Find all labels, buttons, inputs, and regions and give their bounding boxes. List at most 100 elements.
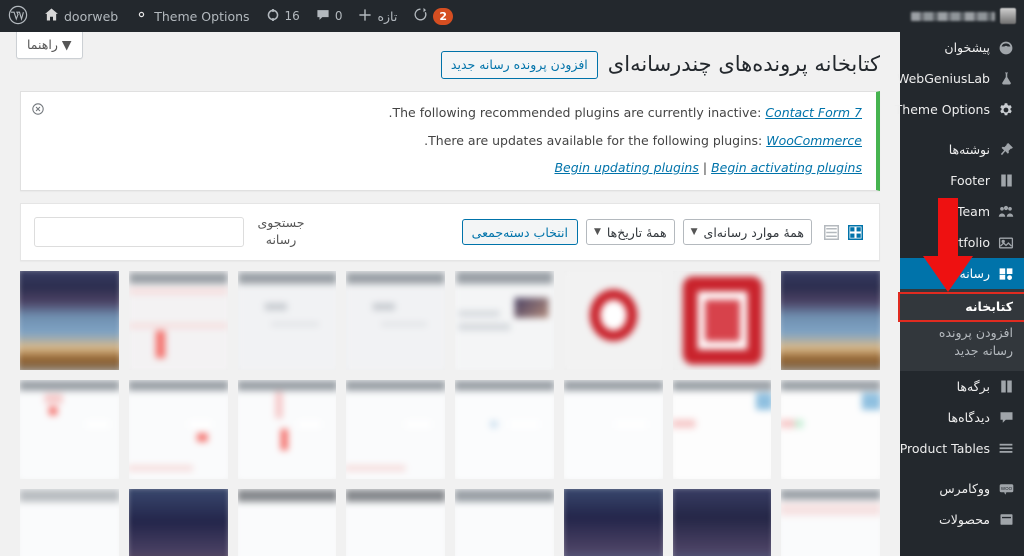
media-item[interactable] — [237, 379, 337, 479]
begin-activating-plugins-link[interactable]: Begin activating plugins — [711, 160, 862, 175]
media-search-group: جستجوی رسانه — [34, 215, 309, 249]
notice-line-updates: .There are updates available for the fol… — [59, 131, 862, 150]
woocommerce-link[interactable]: WooCommerce — [766, 133, 862, 148]
media-item[interactable] — [20, 488, 119, 556]
media-item[interactable] — [781, 271, 880, 370]
sidebar-item-footer[interactable]: Footer — [900, 165, 1024, 196]
media-thumbnail — [563, 379, 663, 479]
media-item[interactable] — [672, 488, 772, 556]
media-item[interactable] — [346, 379, 445, 479]
sidebar-item-dashboard[interactable]: پیشخوان — [900, 32, 1024, 63]
close-circle-icon[interactable] — [30, 101, 46, 117]
date-filter-select[interactable]: همهٔ تاریخ‌ها ▼ — [585, 219, 675, 246]
media-item[interactable] — [237, 488, 337, 556]
admin-bar-new-content[interactable]: تازه — [350, 0, 405, 32]
submenu-item-add-new[interactable]: افزودن پرونده رسانه جدید — [900, 320, 1024, 364]
media-item[interactable] — [455, 488, 554, 556]
media-thumbnail — [455, 488, 554, 556]
submenu-item-label: کتابخانه — [965, 299, 1013, 314]
sidebar-item-portfolio[interactable]: Portfolio — [900, 227, 1024, 258]
image-icon — [997, 234, 1015, 252]
page-header: کتابخانه پرونده‌های چندرسانه‌ای افزودن پ… — [20, 42, 880, 85]
admin-bar-right-group — [903, 0, 1024, 32]
media-thumbnail — [781, 271, 880, 370]
sidebar-item-media[interactable]: رسانه — [892, 258, 1024, 289]
media-item[interactable] — [781, 488, 880, 556]
sidebar-item-products[interactable]: محصولات — [900, 504, 1024, 535]
help-tab-caret: ▼ — [61, 37, 72, 52]
sidebar-item-comments[interactable]: دیدگاه‌ها — [900, 402, 1024, 433]
notice-line-inactive: .The following recommended plugins are c… — [59, 103, 862, 122]
media-item[interactable] — [20, 379, 119, 479]
contact-form-7-link[interactable]: Contact Form 7 — [765, 105, 862, 120]
sidebar-item-team[interactable]: Team — [900, 196, 1024, 227]
admin-bar-wp-logo[interactable] — [0, 0, 36, 32]
comment-icon — [997, 409, 1015, 427]
sidebar-item-product-tables[interactable]: Product Tables — [900, 433, 1024, 464]
admin-bar-theme-options-label: Theme Options — [154, 8, 250, 24]
sidebar-item-label: دیدگاه‌ها — [947, 410, 990, 426]
media-thumbnail — [455, 271, 554, 370]
wordpress-logo-icon — [8, 5, 28, 28]
media-item[interactable] — [563, 379, 663, 479]
list-view-icon[interactable] — [820, 221, 842, 243]
admin-page-root: 2 تازه 0 16 Theme Options doorweb ▼ راهن… — [0, 0, 1024, 556]
admin-bar-theme-options[interactable]: Theme Options — [126, 0, 257, 32]
admin-bar-account[interactable]: doorweb — [36, 0, 126, 32]
media-item[interactable] — [346, 271, 445, 370]
notice-line-updates-text: .There are updates available for the fol… — [424, 132, 767, 148]
media-thumbnail — [672, 271, 772, 370]
sidebar-item-label: Portfolio — [938, 235, 990, 250]
help-tab-label: راهنما — [27, 37, 58, 52]
begin-updating-plugins-link[interactable]: Begin updating plugins — [554, 160, 698, 175]
admin-bar-updates[interactable]: 2 — [405, 0, 461, 32]
media-item[interactable] — [346, 488, 445, 556]
site-icon — [1000, 8, 1016, 24]
media-item[interactable] — [237, 271, 337, 370]
table-icon — [997, 440, 1015, 458]
media-thumbnail — [128, 271, 228, 370]
media-thumbnail — [128, 488, 228, 556]
plus-icon — [358, 8, 372, 25]
media-type-filter-select[interactable]: همهٔ موارد رسانه‌ای ▼ — [682, 219, 812, 246]
media-grid — [20, 271, 880, 556]
search-label: جستجوی رسانه — [257, 215, 305, 248]
view-mode-switch — [820, 221, 866, 243]
media-type-filter-label: همهٔ موارد رسانه‌ای — [703, 224, 804, 240]
media-item[interactable] — [672, 271, 772, 370]
search-input[interactable] — [34, 217, 244, 248]
bulk-select-button[interactable]: انتخاب دسته‌جمعی — [461, 219, 578, 246]
grid-view-icon[interactable] — [844, 221, 866, 243]
media-item[interactable] — [128, 488, 228, 556]
media-item[interactable] — [563, 488, 663, 556]
help-tab-button[interactable]: ▼ راهنما — [16, 32, 83, 59]
sidebar-item-pages[interactable]: برگه‌ها — [900, 371, 1024, 402]
sidebar-item-posts[interactable]: نوشته‌ها — [900, 134, 1024, 165]
submenu-item-library[interactable]: کتابخانه — [898, 291, 1024, 323]
sidebar-item-label: Theme Options — [894, 102, 990, 117]
media-item[interactable] — [128, 271, 228, 370]
add-new-media-button[interactable]: افزودن پرونده رسانه جدید — [440, 51, 598, 80]
admin-bar-left-group: 2 تازه 0 16 Theme Options doorweb — [0, 0, 461, 32]
media-item[interactable] — [781, 379, 880, 479]
sidebar-item-webgeniuslab[interactable]: WebGeniusLab — [897, 63, 1024, 94]
chevron-down-icon: ▼ — [593, 227, 601, 238]
media-item[interactable] — [563, 271, 663, 370]
sidebar-item-label: Footer — [950, 173, 990, 188]
page-icon — [997, 378, 1015, 396]
sidebar-item-woocommerce[interactable]: WOO ووکامرس — [900, 473, 1024, 504]
sidebar-item-label: Product Tables — [899, 441, 990, 457]
sidebar-item-label: ووکامرس — [939, 481, 990, 497]
media-item[interactable] — [455, 379, 554, 479]
site-name-blurred — [911, 11, 995, 21]
admin-bar-comments[interactable]: 0 — [308, 0, 351, 32]
admin-bar-revisions[interactable]: 16 — [258, 0, 308, 32]
admin-bar-site-name[interactable] — [903, 0, 1024, 32]
sidebar-item-theme-options[interactable]: Theme Options — [895, 94, 1024, 125]
media-item[interactable] — [128, 379, 228, 479]
media-item[interactable] — [672, 379, 772, 479]
media-thumbnail — [346, 271, 445, 370]
media-item[interactable] — [20, 271, 119, 370]
sidebar-item-label: محصولات — [939, 512, 990, 528]
media-item[interactable] — [455, 271, 554, 370]
